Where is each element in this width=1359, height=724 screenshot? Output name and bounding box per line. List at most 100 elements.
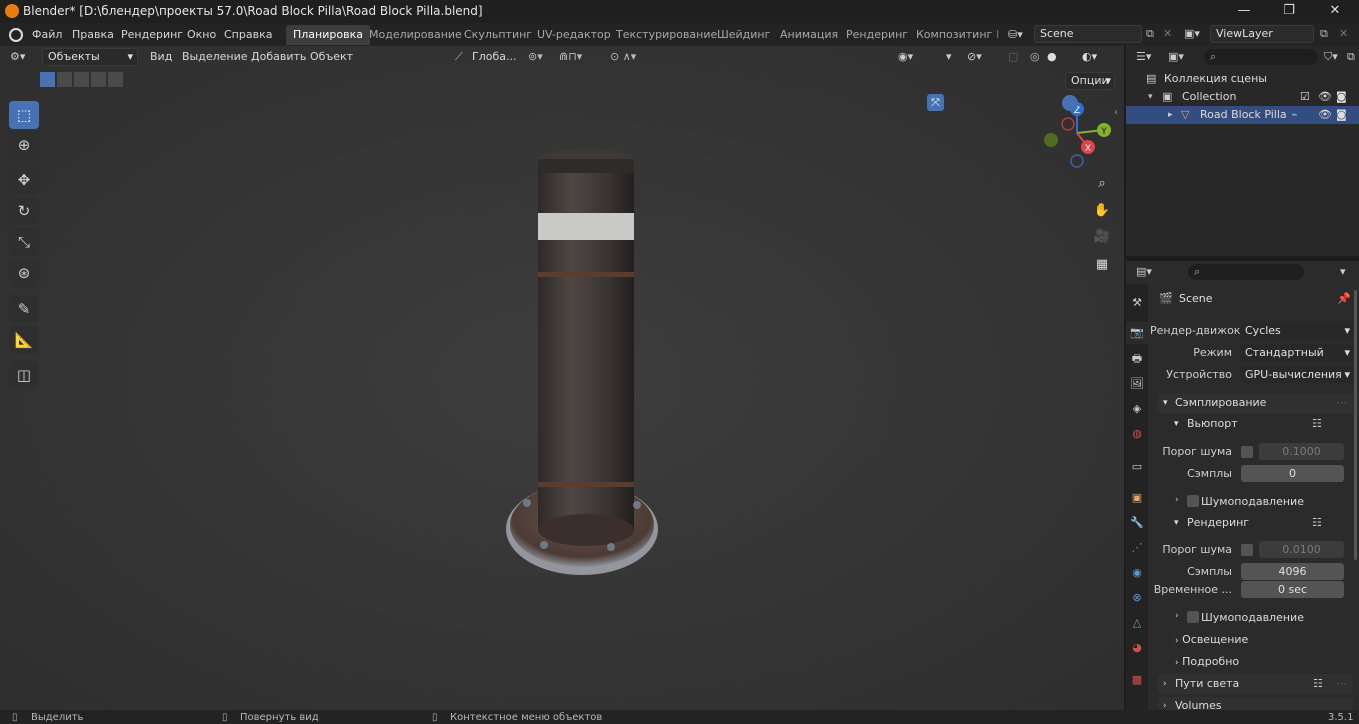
sidebar-toggle-icon[interactable]: ‹ bbox=[1114, 104, 1118, 122]
viewport-noise-threshold-field[interactable]: 0.1000 bbox=[1259, 443, 1344, 460]
measure-tool-icon[interactable]: 📐 bbox=[9, 326, 39, 354]
editor-type-icon[interactable]: ⚙▾ bbox=[10, 48, 25, 66]
presets-list-icon[interactable]: ☷ bbox=[1312, 414, 1322, 434]
outliner-row-collection[interactable]: ▾ ▣ Collection ☑ 👁 ◙ bbox=[1126, 88, 1359, 106]
rotate-tool-icon[interactable]: ↻ bbox=[9, 197, 39, 225]
material-preview-icon[interactable] bbox=[1062, 95, 1078, 111]
wireframe-shading-icon[interactable]: ◎ bbox=[1030, 48, 1040, 66]
data-tab-icon[interactable]: △ bbox=[1129, 615, 1145, 631]
select-new-icon[interactable] bbox=[40, 72, 55, 87]
snap-icon[interactable]: ⋒⊓▾ bbox=[559, 48, 582, 66]
exclude-checkbox-icon[interactable]: ☑ bbox=[1300, 88, 1310, 106]
viewport-denoise-checkbox[interactable] bbox=[1187, 495, 1199, 507]
render-noise-threshold-field[interactable]: 0.0100 bbox=[1259, 541, 1344, 558]
tab-uv-editing[interactable]: UV-редактор bbox=[530, 25, 618, 45]
tab-sculpting[interactable]: Скульптинг bbox=[457, 25, 539, 45]
menu-window[interactable]: Окно bbox=[187, 28, 216, 41]
gizmo-dropdown-icon[interactable]: ▾ bbox=[946, 48, 952, 66]
select-invert-icon[interactable] bbox=[91, 72, 106, 87]
transform-orientation-select[interactable]: Глоба... bbox=[472, 48, 516, 66]
move-tool-icon[interactable]: ✥ bbox=[9, 166, 39, 194]
sampling-section-header[interactable]: ▾ Сэмплирование ⋯ bbox=[1157, 393, 1353, 413]
render-adaptive-checkbox[interactable] bbox=[1241, 544, 1253, 556]
viewport-subsection-header[interactable]: ▾ Вьюпорт ☷ bbox=[1166, 414, 1353, 434]
menu-help[interactable]: Справка bbox=[224, 28, 272, 41]
chevron-down-icon[interactable]: ▾ bbox=[1340, 265, 1346, 278]
tool-tab-icon[interactable]: ⚒ bbox=[1129, 295, 1145, 311]
eye-icon[interactable]: 👁 bbox=[1318, 106, 1332, 124]
render-tab-icon[interactable]: 📷 bbox=[1129, 325, 1145, 341]
scene-selector-icon[interactable]: ⛁▾ bbox=[1008, 28, 1030, 42]
minimize-button[interactable]: — bbox=[1221, 0, 1267, 23]
expand-arrow-icon[interactable]: ▾ bbox=[1148, 88, 1153, 106]
render-samples-field[interactable]: 4096 bbox=[1241, 563, 1344, 580]
select-intersect-icon[interactable] bbox=[108, 72, 123, 87]
options-dropdown[interactable]: Опции ▾ bbox=[1065, 72, 1115, 90]
tab-rendering[interactable]: Рендеринг bbox=[839, 25, 915, 45]
proportional-edit-icon[interactable]: ⊙ ∧▾ bbox=[610, 48, 636, 66]
menu-render[interactable]: Рендеринг bbox=[121, 28, 183, 41]
render-subsection-header[interactable]: ▾ Рендеринг ☷ bbox=[1166, 513, 1353, 533]
pin-icon[interactable]: 📌 bbox=[1337, 292, 1351, 305]
tab-texture-paint[interactable]: Текстурирование bbox=[609, 25, 724, 45]
view-layer-tab-icon[interactable]: 🖼 bbox=[1129, 376, 1145, 392]
light-paths-section-header[interactable]: › Пути света ☷ ⋯ bbox=[1157, 674, 1353, 694]
outliner-search-input[interactable]: ⌕ bbox=[1204, 49, 1318, 65]
time-limit-field[interactable]: 0 sec bbox=[1241, 581, 1344, 598]
menu-view[interactable]: Вид bbox=[150, 48, 172, 66]
3d-viewport[interactable]: Z Y X bbox=[0, 46, 1124, 710]
view-layer-icon[interactable]: ▣▾ bbox=[1184, 27, 1200, 40]
overlays-icon[interactable]: ⊘▾ bbox=[967, 48, 982, 66]
tab-animation[interactable]: Анимация bbox=[773, 25, 845, 45]
presets-list-icon[interactable]: ☷ bbox=[1313, 674, 1323, 694]
properties-scrollbar[interactable] bbox=[1354, 290, 1357, 560]
menu-edit[interactable]: Правка bbox=[72, 28, 114, 41]
menu-object[interactable]: Объект bbox=[310, 48, 353, 66]
object-tab-icon[interactable]: ▣ bbox=[1129, 490, 1145, 506]
transform-tool-icon[interactable]: ⊛ bbox=[9, 259, 39, 287]
advanced-subsection-header[interactable]: › Подробно bbox=[1175, 655, 1239, 668]
collection-tab-icon[interactable]: ▭ bbox=[1129, 459, 1145, 475]
drag-handle-icon[interactable]: ⋯ bbox=[1336, 393, 1347, 413]
panel-divider[interactable] bbox=[1126, 256, 1359, 259]
menu-add[interactable]: Добавить bbox=[251, 48, 306, 66]
tab-overflow[interactable]: I bbox=[989, 25, 1006, 45]
device-select[interactable]: GPU-вычисления ▾ bbox=[1240, 366, 1353, 383]
tab-compositing[interactable]: Композитинг bbox=[909, 25, 999, 45]
constraints-tab-icon[interactable]: ⊗ bbox=[1129, 590, 1145, 606]
annotate-tool-icon[interactable]: ✎ bbox=[9, 295, 39, 323]
rendered-shading-icon[interactable]: ◐▾ bbox=[1082, 48, 1097, 66]
filter-icon[interactable]: ⛉▾ bbox=[1324, 50, 1338, 64]
solid-shading-icon[interactable]: ● bbox=[1047, 48, 1057, 66]
output-tab-icon[interactable]: 🖶 bbox=[1129, 351, 1145, 367]
xray-icon[interactable]: ▢ bbox=[1008, 48, 1018, 66]
select-extend-icon[interactable] bbox=[57, 72, 72, 87]
scale-tool-icon[interactable]: ⤡ bbox=[9, 228, 39, 256]
presets-list-icon[interactable]: ☷ bbox=[1312, 513, 1322, 533]
feature-set-select[interactable]: Стандартный ▾ bbox=[1240, 344, 1353, 361]
gizmo-toggle-icon[interactable]: ⤧ bbox=[927, 94, 944, 111]
expand-arrow-icon[interactable]: ▸ bbox=[1168, 106, 1173, 124]
properties-type-icon[interactable]: ▤▾ bbox=[1136, 265, 1152, 278]
new-scene-icon[interactable]: ⧉ bbox=[1146, 27, 1154, 41]
modifier-tab-icon[interactable]: 🔧 bbox=[1129, 515, 1145, 531]
properties-search-input[interactable]: ⌕ bbox=[1188, 264, 1304, 280]
camera-view-icon[interactable]: 🎥 bbox=[1090, 225, 1114, 249]
world-tab-icon[interactable]: ◍ bbox=[1129, 426, 1145, 442]
remove-scene-icon[interactable]: ✕ bbox=[1163, 27, 1172, 40]
outliner-type-icon[interactable]: ☰▾ bbox=[1136, 50, 1151, 63]
outliner-row-scene-collection[interactable]: ▤ Коллекция сцены bbox=[1126, 70, 1359, 88]
tab-layout[interactable]: Планировка bbox=[286, 25, 370, 45]
view-layer-field[interactable]: ViewLayer bbox=[1210, 25, 1314, 43]
remove-view-layer-icon[interactable]: ✕ bbox=[1339, 27, 1348, 40]
outliner-row-object[interactable]: ▸ ▽ Road Block Pilla ⌁ 👁 ◙ bbox=[1126, 106, 1359, 124]
drag-handle-icon[interactable]: ⋯ bbox=[1336, 674, 1347, 694]
camera-render-icon[interactable]: ◙ bbox=[1336, 106, 1347, 124]
new-view-layer-icon[interactable]: ⧉ bbox=[1320, 27, 1328, 41]
texture-tab-icon[interactable]: ▩ bbox=[1129, 672, 1145, 688]
material-tab-icon[interactable]: ◕ bbox=[1129, 640, 1145, 656]
pivot-point-icon[interactable]: ⊚▾ bbox=[528, 48, 543, 66]
visibility-icon[interactable]: ◉▾ bbox=[898, 48, 913, 66]
lighting-subsection-header[interactable]: › Освещение bbox=[1175, 633, 1248, 646]
render-denoise-checkbox[interactable] bbox=[1187, 611, 1199, 623]
